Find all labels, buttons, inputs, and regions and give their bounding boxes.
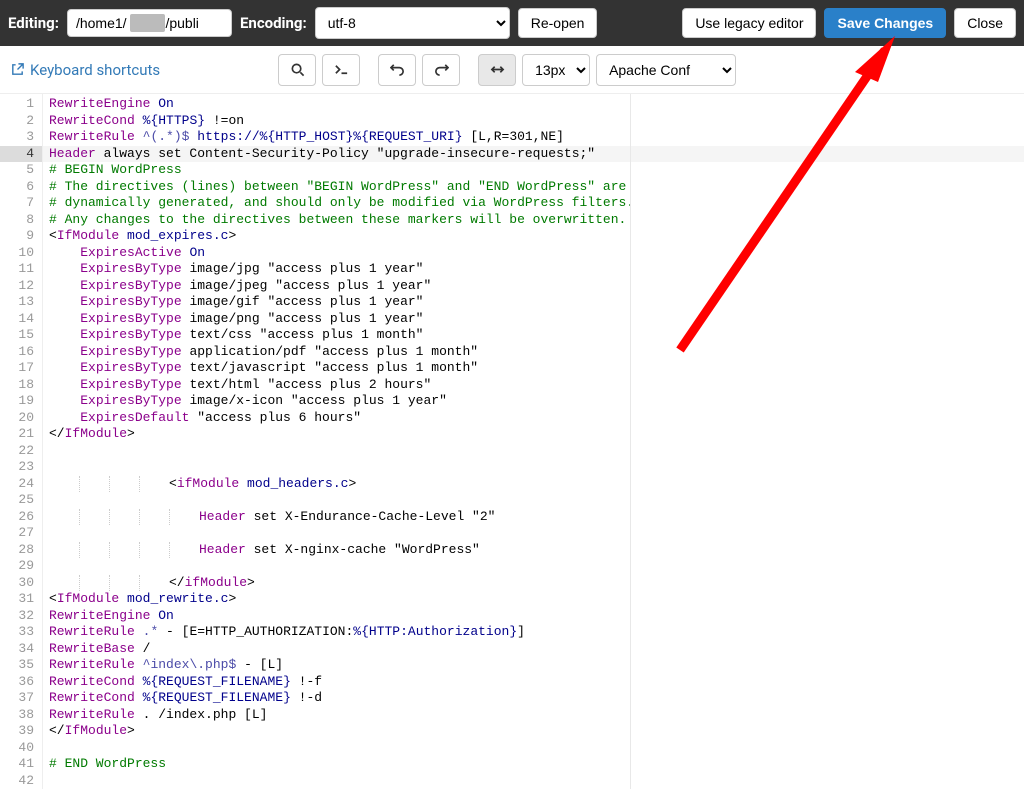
- undo-button[interactable]: [378, 54, 416, 86]
- editing-label: Editing:: [8, 14, 59, 32]
- file-path-input-wrap: [67, 9, 232, 37]
- code-editor[interactable]: 1234567891011121314151617181920212223242…: [0, 94, 1024, 789]
- redo-button[interactable]: [422, 54, 460, 86]
- keyboard-shortcuts-link[interactable]: Keyboard shortcuts: [10, 61, 160, 79]
- header-bar: Editing: Encoding: utf-8 Re-open Use leg…: [0, 0, 1024, 46]
- print-margin: [630, 94, 631, 789]
- save-changes-button[interactable]: Save Changes: [824, 8, 946, 38]
- encoding-label: Encoding:: [240, 14, 307, 32]
- wrap-toggle-button[interactable]: [478, 54, 516, 86]
- redo-icon: [434, 62, 449, 77]
- line-number-gutter: 1234567891011121314151617181920212223242…: [0, 94, 43, 789]
- editor-toolbar: Keyboard shortcuts 13px Apache Conf: [0, 46, 1024, 94]
- undo-icon: [390, 62, 405, 77]
- terminal-icon: [334, 62, 349, 77]
- encoding-select[interactable]: utf-8: [315, 7, 510, 39]
- legacy-editor-button[interactable]: Use legacy editor: [682, 8, 816, 38]
- search-button[interactable]: [278, 54, 316, 86]
- external-link-icon: [10, 62, 25, 77]
- syntax-mode-select[interactable]: Apache Conf: [596, 54, 736, 86]
- reopen-button[interactable]: Re-open: [518, 8, 598, 38]
- keyboard-shortcuts-text: Keyboard shortcuts: [30, 61, 160, 79]
- toolbar-center-group: 13px Apache Conf: [278, 54, 736, 86]
- code-content[interactable]: RewriteEngine OnRewriteCond %{HTTPS} !=o…: [43, 94, 1024, 789]
- search-icon: [290, 62, 305, 77]
- close-button[interactable]: Close: [954, 8, 1016, 38]
- wrap-icon: [490, 62, 505, 77]
- terminal-button[interactable]: [322, 54, 360, 86]
- font-size-select[interactable]: 13px: [522, 54, 590, 86]
